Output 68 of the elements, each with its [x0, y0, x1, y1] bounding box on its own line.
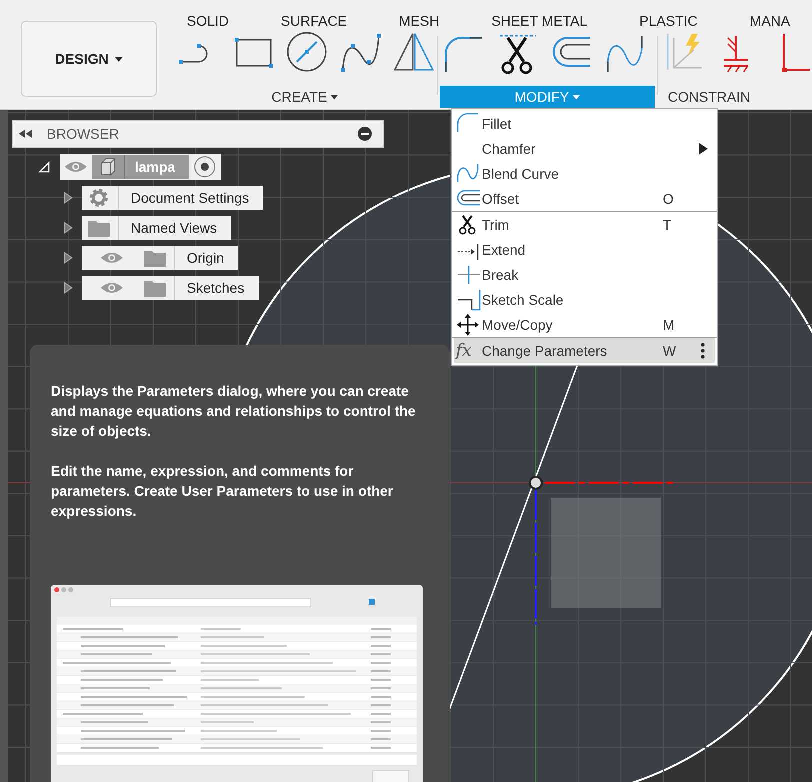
- fix-icon[interactable]: [724, 36, 749, 73]
- sketch-scale-icon: [458, 290, 481, 310]
- toolbar-tab[interactable]: MANA: [750, 13, 790, 30]
- toolbar-tab[interactable]: SOLID: [187, 13, 230, 30]
- shortcut-key: W: [663, 342, 676, 358]
- offset-icon[interactable]: [553, 37, 590, 67]
- browser-title: BROWSER: [47, 126, 120, 142]
- gear-icon: [88, 187, 110, 209]
- rectangle-icon[interactable]: [235, 38, 273, 68]
- toolbar-tab[interactable]: MESH: [399, 13, 440, 30]
- menu-item[interactable]: Fillet: [452, 111, 717, 136]
- expand-arrow-icon[interactable]: [62, 252, 74, 264]
- extend-icon: [458, 244, 479, 260]
- blend-curve-icon[interactable]: [607, 36, 643, 72]
- toolbar-tab[interactable]: SURFACE: [281, 13, 348, 30]
- workspace-dropdown[interactable]: DESIGN: [21, 21, 157, 97]
- perpendicular-icon[interactable]: [782, 34, 810, 72]
- expand-arrow-icon[interactable]: [62, 222, 74, 234]
- tool-group-menu[interactable]: CONSTRAIN: [660, 86, 812, 108]
- line-arc-icon[interactable]: [179, 44, 208, 64]
- browser-node[interactable]: Named Views: [82, 216, 232, 240]
- move-icon: [457, 314, 479, 336]
- collapse-arrow-icon[interactable]: [38, 161, 50, 173]
- more-icon[interactable]: [701, 342, 705, 358]
- toolbar-tab[interactable]: PLASTIC: [640, 13, 698, 30]
- menu-item[interactable]: Move/Copy M: [452, 312, 717, 337]
- collapse-icon[interactable]: [19, 129, 33, 139]
- offset-icon: [457, 190, 480, 206]
- submenu-arrow-icon: [698, 142, 708, 154]
- blend-curve-icon: [457, 164, 479, 182]
- browser-node[interactable]: Sketches: [82, 276, 259, 300]
- folder-icon: [144, 279, 166, 297]
- folder-icon: [88, 219, 110, 237]
- origin-point: [529, 476, 543, 490]
- scissors-icon: [459, 214, 476, 234]
- expand-arrow-icon[interactable]: [62, 282, 74, 294]
- tooltip-text: Displays the Parameters dialog, where you can create and manage equations and relationships to control the size of objects.: [51, 382, 416, 441]
- mirror-icon[interactable]: [394, 33, 434, 71]
- tool-group-menu[interactable]: CREATE: [175, 86, 435, 108]
- menu-item[interactable]: Offset O: [452, 186, 717, 211]
- browser-node[interactable]: Document Settings: [82, 186, 264, 210]
- menu-item[interactable]: Chamfer: [452, 136, 717, 161]
- spline-icon[interactable]: [341, 34, 381, 72]
- fillet-icon: [457, 112, 478, 132]
- break-icon: [458, 266, 480, 284]
- caret-icon: [114, 56, 123, 62]
- fillet-icon[interactable]: [444, 37, 482, 72]
- menu-item[interactable]: Break: [452, 262, 717, 287]
- caret-icon: [573, 94, 580, 100]
- minimize-icon[interactable]: [357, 126, 373, 142]
- menu-item[interactable]: fx Change Parameters W: [454, 338, 715, 363]
- caret-icon: [331, 94, 338, 100]
- activate-radio-icon[interactable]: [193, 155, 218, 179]
- menu-item[interactable]: Sketch Scale: [452, 287, 717, 312]
- scissors-icon[interactable]: [500, 35, 536, 74]
- shortcut-key: T: [663, 216, 672, 232]
- shortcut-key: O: [663, 190, 674, 206]
- expand-arrow-icon[interactable]: [62, 192, 74, 204]
- toolbar-tab[interactable]: SHEET METAL: [492, 13, 588, 30]
- menu-item[interactable]: Extend: [452, 237, 717, 262]
- menu-item[interactable]: Trim T: [452, 212, 717, 237]
- function-icon: fx: [456, 340, 472, 360]
- browser-node[interactable]: Origin: [82, 246, 238, 270]
- menu-item[interactable]: Blend Curve: [452, 161, 717, 186]
- folder-icon: [144, 249, 166, 267]
- tooltip-text: Edit the name, expression, and comments for parameters. Create User Parameters to use in other expressions.: [51, 462, 394, 521]
- circle-icon[interactable]: [287, 32, 327, 72]
- shortcut-key: M: [663, 316, 675, 332]
